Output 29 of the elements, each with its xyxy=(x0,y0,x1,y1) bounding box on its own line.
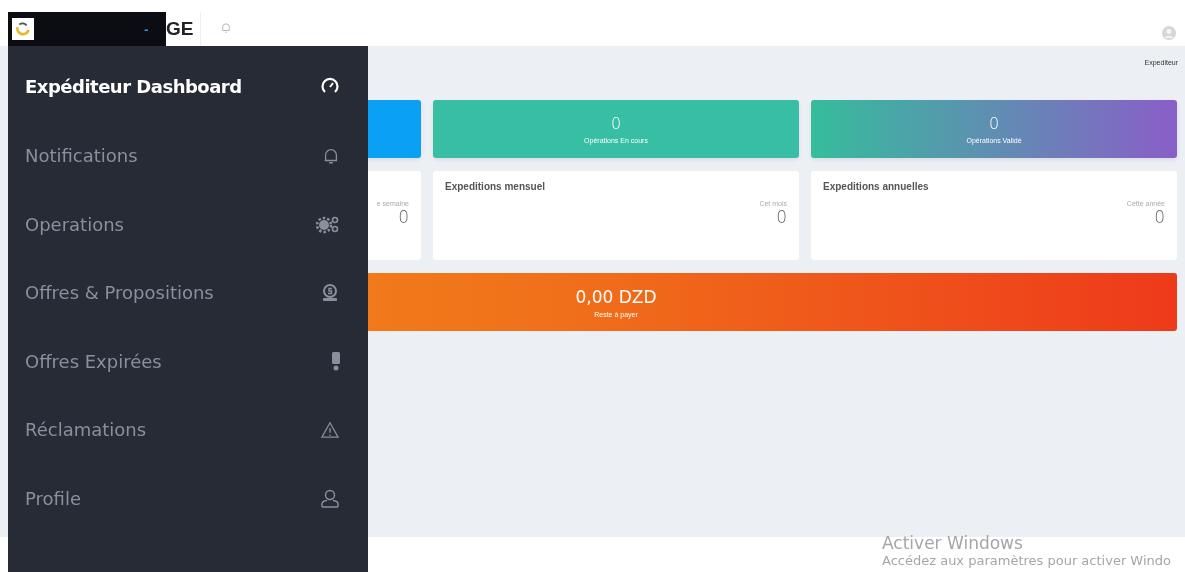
count-value: 0 xyxy=(398,207,409,227)
stat-value: 0 xyxy=(610,114,622,133)
count-value: 0 xyxy=(776,207,787,227)
count-value: 0 xyxy=(1154,207,1165,227)
gears-icon xyxy=(316,214,340,235)
activation-title: Activer Windows xyxy=(882,533,1024,553)
sidebar-item[interactable]: Réclamations xyxy=(8,395,368,465)
sidebar-item[interactable]: Profile xyxy=(8,463,368,533)
warning-icon xyxy=(320,420,340,439)
sidebar-item[interactable]: Notifications xyxy=(8,121,368,191)
gauge-icon xyxy=(320,76,340,96)
brand-text: GE xyxy=(166,17,194,41)
stat-value: 0 xyxy=(988,114,1000,133)
card-title: Expeditions annuelles xyxy=(823,181,930,194)
exclamation-icon xyxy=(332,351,340,372)
coin-icon xyxy=(320,282,340,303)
card-title: Expeditions mensuel xyxy=(445,181,547,194)
avatar-icon[interactable] xyxy=(1162,26,1176,40)
bell-icon[interactable] xyxy=(221,22,232,34)
collapse-toggle[interactable]: - xyxy=(144,22,149,36)
bell-icon xyxy=(322,146,340,165)
activation-text: Accédez aux paramètres pour activer Windo xyxy=(882,553,1171,569)
sidebar-item[interactable]: Expéditeur Dashboard xyxy=(8,68,368,104)
balance-amount: 0,00 DZD xyxy=(575,286,657,307)
logo-icon xyxy=(12,18,34,40)
sidebar-item[interactable]: Operations xyxy=(8,189,368,259)
sidebar-item[interactable]: Offres Expirées xyxy=(8,326,368,396)
sidebar-item[interactable]: Offres & Propositions xyxy=(8,258,368,328)
user-icon xyxy=(320,488,340,509)
